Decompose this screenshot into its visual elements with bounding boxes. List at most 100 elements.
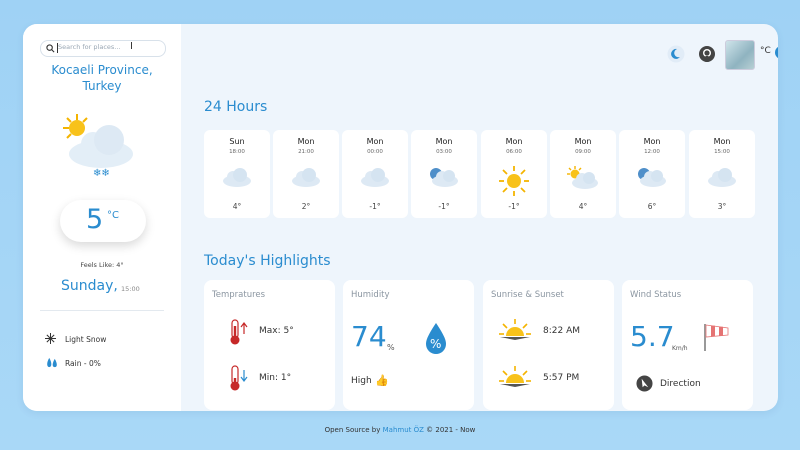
cloud-icon [359, 166, 391, 192]
author-link[interactable]: Mahmut ÖZ [383, 426, 424, 434]
hour-time: 21:00 [298, 149, 314, 155]
hour-day: Mon [366, 137, 384, 146]
hour-card: Sun 18:00 4° [204, 130, 270, 218]
feels-like: Feels Like: 4° [80, 261, 124, 269]
sun-snow-cloud-icon: ❄❄ [63, 114, 133, 179]
humidity-drop-icon: % [426, 323, 446, 354]
cloud-icon [706, 166, 738, 192]
humidity-status: High [351, 376, 372, 386]
location-line2: Turkey [82, 79, 122, 93]
card-label: Tempratures [212, 290, 266, 300]
wind-unit: Km/h [672, 345, 688, 352]
condition-text: Light Snow [65, 335, 107, 344]
footer-prefix: Open Source by [324, 426, 381, 434]
card-label: Humidity [351, 290, 390, 300]
search-icon [46, 44, 55, 53]
footer: Open Source by Mahmut ÖZ © 2021 - Now [0, 426, 800, 434]
hour-temp: -1° [508, 202, 520, 211]
hour-day: Mon [297, 137, 315, 146]
hour-time: 06:00 [506, 149, 522, 155]
avatar[interactable] [725, 40, 755, 70]
hour-card: Mon 15:00 3° [689, 130, 755, 218]
wind-value: 5.7 [630, 320, 675, 353]
hour-card: Mon 21:00 2° [273, 130, 339, 218]
hour-day: Mon [643, 137, 661, 146]
hour-time: 09:00 [575, 149, 591, 155]
sunset-time: 5:57 PM [543, 373, 580, 383]
hour-temp: -1° [369, 202, 381, 211]
location-line1: Kocaeli Province, [51, 63, 153, 77]
moon-icon[interactable] [667, 45, 685, 63]
sunrise-time: 8:22 AM [543, 326, 580, 336]
hour-card: Mon 03:00 -1° [411, 130, 477, 218]
temperatures-card: Tempratures Max: 5° Min: 1° [204, 280, 335, 410]
thermometer-down-icon [230, 365, 248, 391]
moon-cloud-icon [636, 166, 668, 192]
sun-cloud-icon [567, 166, 599, 194]
condition-text: Rain - 0% [65, 359, 101, 368]
current-day: Sunday, [61, 278, 118, 294]
direction-arrow-icon [636, 375, 653, 392]
celsius-label: °C [760, 46, 771, 56]
hour-card: Mon 00:00 -1° [342, 130, 408, 218]
windsock-icon [704, 324, 729, 351]
hour-time: 18:00 [229, 149, 245, 155]
hour-time: 15:00 [714, 149, 730, 155]
location-name: Kocaeli Province, Turkey [23, 62, 181, 94]
card-label: Sunrise & Sunset [491, 290, 564, 300]
hour-temp: 4° [232, 202, 242, 211]
temperature-value: 5 [86, 204, 104, 235]
hour-time: 03:00 [436, 149, 452, 155]
wind-status-card: Wind Status 5.7 Km/h Direction [622, 280, 753, 410]
unit-toggle-switch[interactable] [775, 46, 778, 59]
hour-time: 12:00 [644, 149, 660, 155]
humidity-unit: % [387, 343, 395, 352]
hour-day: Mon [713, 137, 731, 146]
moon-cloud-icon [428, 166, 460, 192]
hour-temp: 6° [647, 202, 657, 211]
hour-day: Sun [229, 137, 245, 146]
sunset-icon [499, 366, 531, 387]
hour-card: Mon 09:00 4° [550, 130, 616, 218]
raindrops-icon [47, 357, 57, 368]
hours-title: 24 Hours [204, 99, 268, 115]
hour-temp: 4° [578, 202, 588, 211]
card-label: Wind Status [630, 290, 682, 300]
text-cursor-icon: I [130, 41, 133, 52]
snowflake-icon [45, 333, 56, 344]
hour-day: Mon [505, 137, 523, 146]
wind-direction-label: Direction [660, 379, 701, 389]
hour-card: Mon 06:00 -1° [481, 130, 547, 218]
hour-day: Mon [435, 137, 453, 146]
svg-text:%: % [430, 337, 441, 351]
svg-text:❄❄: ❄❄ [93, 168, 110, 179]
temperature-unit: °C [107, 210, 119, 221]
hour-time: 00:00 [367, 149, 383, 155]
search-input[interactable]: Search for places... [40, 40, 166, 57]
cloud-icon [290, 166, 322, 192]
app-window: Search for places... I Kocaeli Province,… [23, 24, 778, 411]
footer-suffix: © 2021 - Now [426, 426, 476, 434]
sidebar: Search for places... I Kocaeli Province,… [23, 24, 181, 411]
sunrise-sunset-card: Sunrise & Sunset 8:22 AM 5:57 PM [483, 280, 614, 410]
thumbs-up-icon: 👍 [375, 374, 389, 387]
current-time: 15:00 [121, 285, 140, 293]
search-placeholder: Search for places... [58, 43, 121, 51]
divider [40, 310, 164, 311]
humidity-card: Humidity 74 % % High 👍 [343, 280, 474, 410]
cloud-icon [221, 166, 253, 192]
hour-day: Mon [574, 137, 592, 146]
sunrise-icon [499, 319, 531, 340]
hour-temp: 2° [301, 202, 311, 211]
thermometer-up-icon [230, 319, 248, 345]
github-icon[interactable] [698, 45, 716, 63]
hour-temp: 3° [717, 202, 727, 211]
min-temp: Min: 1° [259, 373, 292, 383]
current-temperature: 5 °C [60, 200, 146, 242]
hour-card: Mon 12:00 6° [619, 130, 685, 218]
hour-temp: -1° [438, 202, 450, 211]
humidity-value: 74 [351, 320, 387, 353]
highlights-title: Today's Highlights [204, 253, 331, 269]
max-temp: Max: 5° [259, 326, 294, 336]
sun-icon [498, 166, 530, 200]
